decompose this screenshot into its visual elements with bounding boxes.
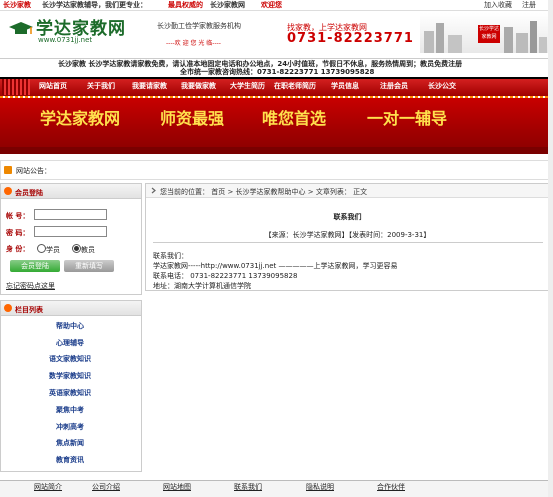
footer-link-sitemap[interactable]: 网站地图 [163,482,191,492]
add-favorite-link[interactable]: 加入收藏 [484,1,512,10]
footer-link-company[interactable]: 公司介绍 [92,482,120,492]
nav-bus[interactable]: 长沙公交 [428,81,456,91]
visit-site-link[interactable]: 长沙家教网 [210,1,245,10]
nav-home[interactable]: 网站首页 [39,81,67,91]
login-title: 会员登陆 [15,189,43,197]
article-line: 联系电话： 0731-82223771 13739095828 [153,272,298,280]
city-sign: 长沙学达家教网 [478,25,500,43]
nav-student-info[interactable]: 学员信息 [331,81,359,91]
chevron-right-icon [150,187,157,194]
nav-teacher-resumes[interactable]: 在职老师简历 [274,81,316,91]
nav-become-tutor[interactable]: 我要做家教 [181,81,216,91]
column-item-english[interactable]: 英语家教知识 [0,388,140,398]
column-item-zhongkao[interactable]: 聚焦中考 [0,405,140,415]
visit-suffix: 欢迎您 [261,1,282,9]
column-item-math[interactable]: 数学家教知识 [0,371,140,381]
column-item-psych[interactable]: 心理辅导 [0,338,140,348]
reset-button[interactable]: 重新填写 [64,260,114,272]
forgot-password-link[interactable]: 忘记密码点这里 [6,281,55,291]
nav-about[interactable]: 关于我们 [87,81,115,91]
banner-phrase: 一对一辅导 [367,109,448,128]
hotline-notice: 全市统一家教咨询热线：0731-82223771 13739095828 [180,68,375,76]
footer-link-contact[interactable]: 联系我们 [234,482,262,492]
column-item-news[interactable]: 焦点新闻 [0,438,140,448]
register-link[interactable]: 注册 [522,1,536,10]
slogan: 长沙勤工俭学家教服务机构 [157,22,241,30]
account-input[interactable] [34,209,107,220]
announcement-bar [0,160,553,180]
nav-register[interactable]: 注册会员 [380,81,408,91]
teacher-radio-label: 教员 [81,246,95,254]
announcement-label: 网站公告： [16,167,51,175]
top-bar: 长沙家教 长沙学达家教辅导，我们更专业： 最具权威的 长沙家教网 欢迎您 加入收… [0,0,553,11]
bullet-icon [4,187,12,195]
logo-url: www.0731jj.net [38,36,93,44]
student-radio-label: 学员 [46,246,60,254]
banner-phrase: 师资最强 [160,109,225,128]
breadcrumb: 您当前的位置： 首页 > 长沙学达家教帮助中心 > 文章列表： 正文 [160,188,368,196]
column-item-chinese[interactable]: 语文家教知识 [0,354,140,364]
footer-link-privacy[interactable]: 隐私说明 [306,482,334,492]
article-title: 联系我们 [333,213,362,221]
teacher-radio[interactable] [72,244,81,253]
footer-link-partners[interactable]: 合作伙伴 [377,482,405,492]
site-link[interactable]: 长沙家教 [3,1,31,10]
speaker-icon [4,166,12,174]
article-line: 地址：湖南大学计算机通信学院 [153,282,251,290]
column-list-title: 栏目列表 [15,306,43,314]
column-item-edu-info[interactable]: 教育资讯 [0,455,140,465]
account-label: 帐 号： [6,212,30,220]
banner-phrase: 学达家教网 [40,109,121,128]
welcome-text: 长沙学达家教辅导，我们更专业： [42,1,147,9]
article-meta: 【来源：长沙学达家教网】【发表时间：2009-3-31】 [264,231,431,239]
article-line: 学达家教网-----http://www.0731jj.net —————上学达… [153,262,398,270]
banner-phrase: 唯您首选 [262,109,327,128]
hotline-number: 0731-82223771 [287,31,414,46]
login-button[interactable]: 会员登陆 [10,260,60,272]
footer-link-intro[interactable]: 网站简介 [34,482,62,492]
login-panel [0,183,142,295]
banner-strip [0,147,553,154]
column-item-gaokao[interactable]: 冲刺高考 [0,422,140,432]
visit-prefix: 最具权威的 [168,1,203,9]
welcome-slogan: ----欢 迎 您 光 临---- [166,40,221,47]
student-radio[interactable] [37,244,46,253]
article-line: 联系我们： [153,252,188,260]
identity-label: 身 份： [6,245,30,253]
footer [0,480,553,497]
password-label: 密 码： [6,229,30,237]
bullet-icon [4,304,12,312]
column-item-help[interactable]: 帮助中心 [0,321,140,331]
nav-request-tutor[interactable]: 我要请家教 [132,81,167,91]
password-input[interactable] [34,226,107,237]
nav-student-resumes[interactable]: 大学生简历 [230,81,265,91]
divider [153,242,543,243]
graduation-cap-icon [8,21,34,37]
scrollbar[interactable] [548,0,553,497]
nav-decoration [2,79,30,95]
